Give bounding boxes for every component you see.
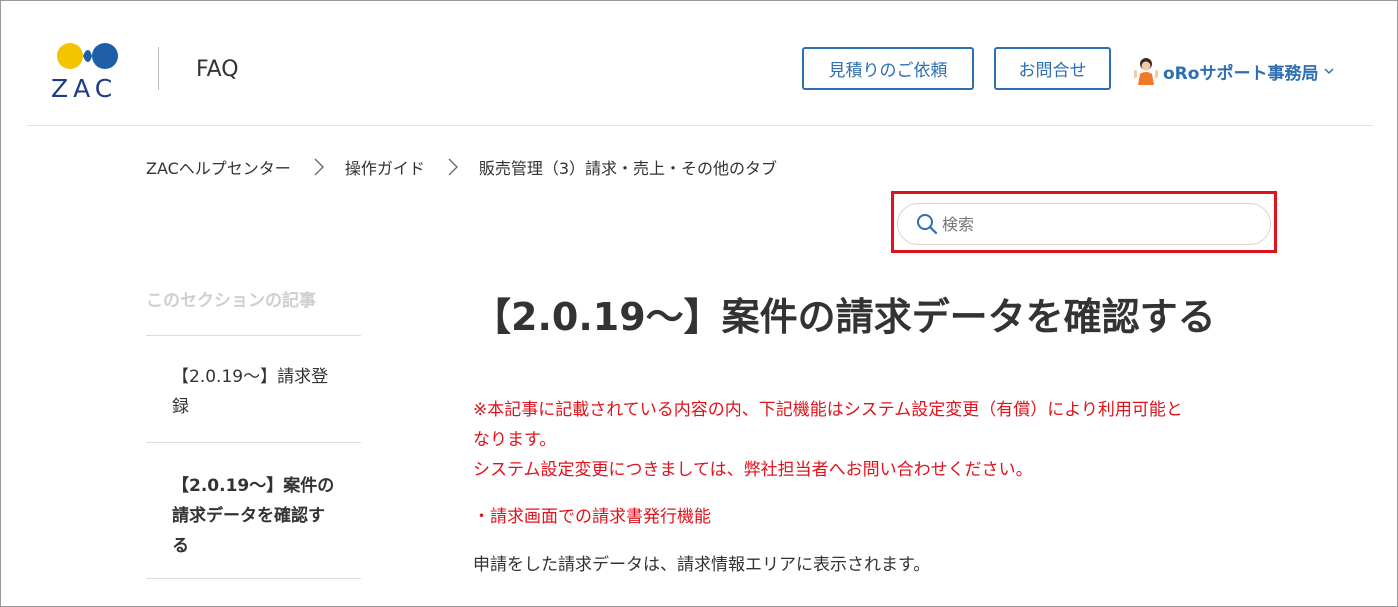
section-title[interactable]: FAQ — [196, 57, 239, 82]
user-avatar-icon — [1134, 58, 1158, 85]
breadcrumb-item-help-center[interactable]: ZACヘルプセンター — [146, 155, 291, 179]
contact-button[interactable]: お問合せ — [994, 47, 1111, 90]
search-box[interactable] — [897, 203, 1271, 245]
notice-text: ※本記事に記載されている内容の内、下記機能はシステム設定変更（有償）により利用可… — [473, 395, 1273, 485]
sidebar-heading: このセクションの記事 — [146, 280, 361, 336]
zac-logo[interactable]: ZAC — [51, 40, 123, 103]
breadcrumb: ZACヘルプセンター 操作ガイド 販売管理（3）請求・売上・その他のタブ — [146, 154, 777, 180]
article-body-text: 申請をした請求データは、請求情報エリアに表示されます。 — [473, 555, 931, 575]
chevron-down-icon — [1324, 68, 1334, 75]
section-sidebar: このセクションの記事 【2.0.19～】請求登録 【2.0.19～】案件の請求デ… — [146, 280, 361, 579]
site-header: ZAC FAQ 見積りのご依頼 お問合せ oRoサポート事務局 — [27, 27, 1373, 126]
feature-item: ・請求画面での請求書発行機能 — [473, 507, 711, 527]
breadcrumb-item-guide[interactable]: 操作ガイド — [345, 155, 425, 179]
logo-text: ZAC — [51, 74, 118, 103]
notice-line-1: ※本記事に記載されている内容の内、下記機能はシステム設定変更（有償）により利用可… — [473, 400, 1183, 420]
logo-mark-icon — [57, 43, 118, 69]
breadcrumb-item-sales[interactable]: 販売管理（3）請求・売上・その他のタブ — [479, 155, 777, 179]
search-input[interactable] — [942, 212, 1252, 236]
notice-line-2: なります。 — [473, 430, 557, 450]
notice-line-3: システム設定変更につきましては、弊社担当者へお問い合わせください。 — [473, 460, 1033, 480]
user-menu[interactable]: oRoサポート事務局 — [1133, 55, 1334, 87]
search-icon — [917, 214, 938, 235]
sidebar-item-billing-registration[interactable]: 【2.0.19～】請求登録 — [146, 336, 361, 443]
quote-request-button[interactable]: 見積りのご依頼 — [802, 47, 974, 90]
sidebar-item-billing-data[interactable]: 【2.0.19～】案件の請求データを確認する — [146, 443, 361, 579]
chevron-right-icon — [314, 158, 324, 176]
header-divider — [158, 47, 159, 90]
chevron-right-icon — [448, 158, 458, 176]
article-title: 【2.0.19～】案件の請求データを確認する — [473, 295, 1216, 339]
page-frame: ZAC FAQ 見積りのご依頼 お問合せ oRoサポート事務局 ZACヘルプセン… — [0, 0, 1398, 607]
user-name: oRoサポート事務局 — [1163, 63, 1319, 84]
